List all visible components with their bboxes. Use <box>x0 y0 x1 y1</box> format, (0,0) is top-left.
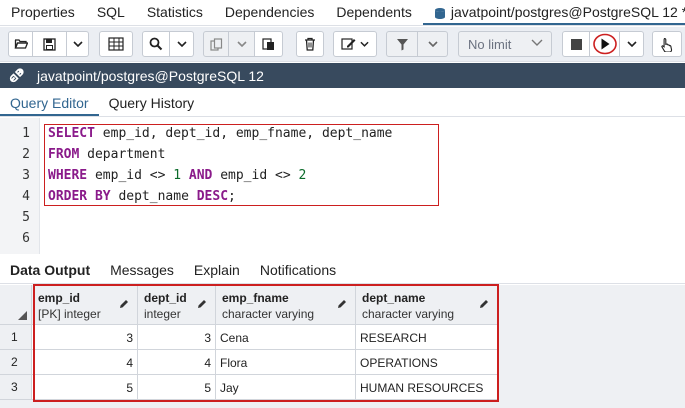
query-toolbar: No limit <box>0 27 685 62</box>
sql-editor[interactable]: 1 2 3 4 5 6 SELECT emp_id, dept_id, emp_… <box>0 118 685 254</box>
chevron-down-icon <box>360 41 369 47</box>
result-highlight-box <box>33 284 499 402</box>
delete-button[interactable] <box>296 31 324 57</box>
line-number: 6 <box>22 231 30 246</box>
save-dropdown-button[interactable] <box>67 31 89 57</box>
edit-grid-button[interactable] <box>99 31 133 57</box>
find-dropdown-button[interactable] <box>170 31 194 57</box>
tab-sql[interactable]: SQL <box>86 0 136 25</box>
grid-corner[interactable] <box>0 285 32 325</box>
tab-explain[interactable]: Explain <box>184 256 250 283</box>
connection-bar: javatpoint/postgres@PostgreSQL 12 <box>0 63 685 88</box>
row-number[interactable]: 1 <box>0 325 32 350</box>
filter-icon <box>396 38 408 50</box>
line-number: 4 <box>22 189 30 204</box>
row-limit-value: No limit <box>468 36 512 52</box>
tab-query-editor[interactable]: Query Editor <box>0 89 99 116</box>
chevron-down-icon <box>72 41 83 47</box>
chevron-down-icon <box>427 41 438 47</box>
tab-query-tool[interactable]: javatpoint/postgres@PostgreSQL 12 * <box>422 0 685 25</box>
line-number: 1 <box>22 126 30 141</box>
tab-query-history[interactable]: Query History <box>99 89 205 116</box>
cancel-query-button[interactable] <box>562 31 590 57</box>
line-number: 2 <box>22 147 30 162</box>
top-tab-bar: Properties SQL Statistics Dependencies D… <box>0 0 685 26</box>
select-all-icon <box>18 311 27 320</box>
folder-open-icon <box>14 39 28 49</box>
editor-tab-bar: Query Editor Query History <box>0 89 685 117</box>
tab-dependents[interactable]: Dependents <box>325 0 423 25</box>
pointer-button[interactable] <box>652 31 682 57</box>
chevron-down-icon <box>531 39 543 46</box>
filter-dropdown-button[interactable] <box>418 31 448 57</box>
hand-pointer-icon <box>661 37 673 52</box>
chevron-down-icon <box>236 41 247 47</box>
chevron-down-icon <box>626 41 637 47</box>
line-number-gutter: 1 2 3 4 5 6 <box>0 118 40 254</box>
stop-icon <box>570 38 582 50</box>
grid-icon <box>108 37 124 51</box>
line-number: 3 <box>22 168 30 183</box>
edit-menu-button[interactable] <box>333 31 377 57</box>
paste-button[interactable] <box>255 31 283 57</box>
play-icon <box>592 33 617 55</box>
database-icon <box>434 7 446 20</box>
execute-button[interactable] <box>590 31 620 57</box>
find-button[interactable] <box>142 31 170 57</box>
save-icon <box>43 37 56 51</box>
tab-messages[interactable]: Messages <box>100 256 184 283</box>
tab-dependencies[interactable]: Dependencies <box>214 0 326 25</box>
sql-highlight-box <box>44 124 439 206</box>
tab-query-tool-label: javatpoint/postgres@PostgreSQL 12 * <box>450 4 685 20</box>
row-number[interactable]: 2 <box>0 350 32 375</box>
row-number[interactable]: 3 <box>0 375 32 400</box>
chevron-down-icon <box>176 41 187 47</box>
execute-dropdown-button[interactable] <box>620 31 644 57</box>
tab-data-output[interactable]: Data Output <box>0 256 100 283</box>
copy-dropdown-button[interactable] <box>229 31 255 57</box>
tab-statistics[interactable]: Statistics <box>136 0 214 25</box>
line-number: 5 <box>22 210 30 225</box>
tab-notifications[interactable]: Notifications <box>250 256 346 283</box>
result-tab-bar: Data Output Messages Explain Notificatio… <box>0 256 685 284</box>
save-button[interactable] <box>33 31 67 57</box>
connection-icon[interactable] <box>8 67 28 84</box>
search-icon <box>149 37 163 51</box>
filter-button[interactable] <box>386 31 418 57</box>
edit-icon <box>341 38 356 50</box>
paste-icon <box>262 38 274 50</box>
tab-properties[interactable]: Properties <box>0 0 86 25</box>
trash-icon <box>305 37 315 51</box>
open-file-button[interactable] <box>8 31 33 57</box>
connection-label: javatpoint/postgres@PostgreSQL 12 <box>37 67 264 84</box>
copy-icon <box>209 37 222 51</box>
copy-button[interactable] <box>203 31 229 57</box>
row-limit-select[interactable]: No limit <box>458 31 552 57</box>
